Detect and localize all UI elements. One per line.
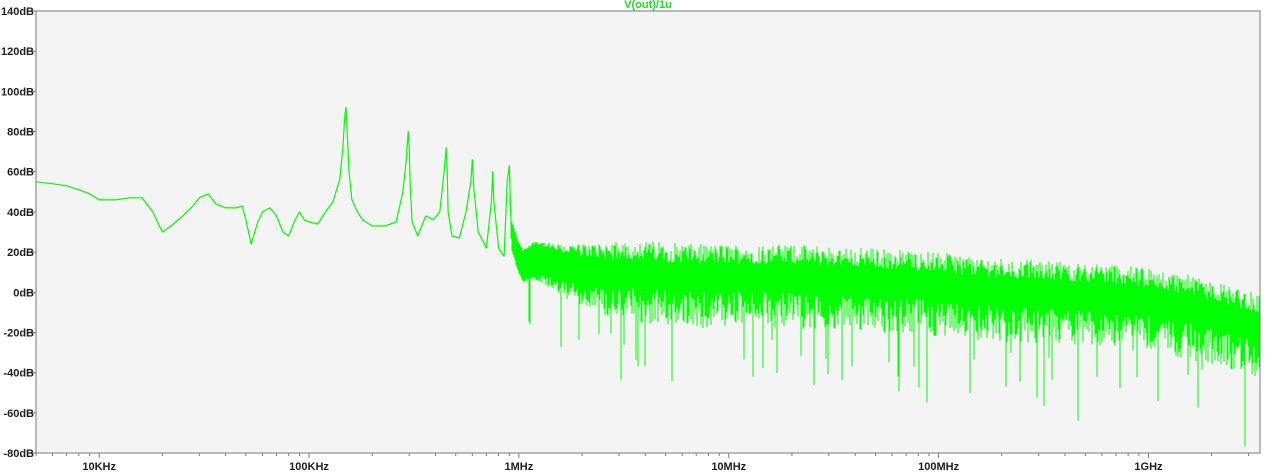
y-tick-label: -40dB bbox=[3, 368, 34, 380]
y-tick-label: 20dB bbox=[7, 247, 34, 259]
y-tick-label: 120dB bbox=[1, 46, 34, 58]
y-tick-label: 80dB bbox=[7, 127, 34, 139]
y-tick-label: 0dB bbox=[13, 287, 34, 299]
y-tick-label: -60dB bbox=[3, 408, 34, 420]
y-axis: 140dB 120dB 100dB 80dB 60dB 40dB 20dB 0dB -20dB -… bbox=[1, 6, 36, 460]
plot-window: 140dB 120dB 100dB 80dB 60dB 40dB 20dB 0dB -20dB -… bbox=[0, 0, 1275, 475]
x-tick-label: 10KHz bbox=[82, 461, 116, 473]
trace-label[interactable]: V(out)/1u bbox=[624, 0, 672, 11]
spectrum-chart[interactable]: 140dB 120dB 100dB 80dB 60dB 40dB 20dB 0dB -20dB -… bbox=[0, 0, 1275, 475]
x-axis: 10KHz 100KHz 1MHz 10MHz 100MHz 1GHz bbox=[35, 453, 1250, 473]
y-tick-label: -20dB bbox=[3, 327, 34, 339]
x-tick-label: 1GHz bbox=[1134, 461, 1163, 473]
y-tick-label: 40dB bbox=[7, 207, 34, 219]
x-tick-label: 100MHz bbox=[918, 461, 959, 473]
y-tick-label: 100dB bbox=[1, 86, 34, 98]
y-tick-label: -80dB bbox=[3, 448, 34, 460]
y-tick-label: 140dB bbox=[1, 6, 34, 18]
x-tick-label: 100KHz bbox=[289, 461, 329, 473]
x-tick-label: 10MHz bbox=[711, 461, 746, 473]
x-tick-label: 1MHz bbox=[505, 461, 534, 473]
y-tick-label: 60dB bbox=[7, 167, 34, 179]
plot-area[interactable] bbox=[35, 10, 1261, 454]
